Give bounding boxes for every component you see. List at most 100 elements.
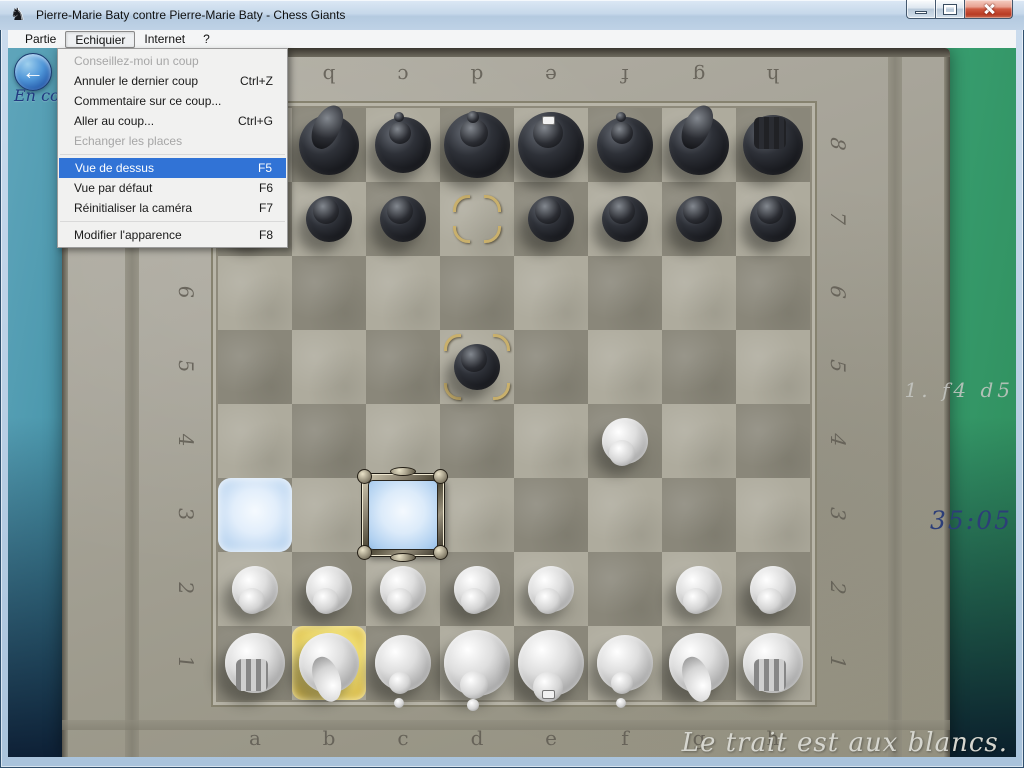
rank-label-6-right: 6 [826,276,850,309]
pawn-head [461,588,487,614]
menubar-item-internet[interactable]: Internet [135,31,194,48]
menu-item-annuler-le-dernier-coup[interactable]: Annuler le dernier coupCtrl+Z [58,71,287,91]
square-b5[interactable] [292,330,366,404]
pawn-head [757,198,783,224]
black-knight[interactable] [662,108,736,182]
app-window: ♞ Pierre-Marie Baty contre Pierre-Marie … [0,0,1024,768]
square-d3[interactable] [440,478,514,552]
black-pawn[interactable] [514,182,588,256]
black-rook[interactable] [736,108,810,182]
square-a4[interactable] [218,404,292,478]
pawn-head [313,588,339,614]
white-pawn[interactable] [736,552,810,626]
white-queen[interactable] [440,626,514,700]
rank-label-5-left: 5 [174,350,198,383]
menu-item-vue-par-defaut[interactable]: Vue par défautF6 [58,178,287,198]
square-b3[interactable] [292,478,366,552]
square-e5[interactable] [514,330,588,404]
menubar-item-help[interactable]: ? [194,31,219,48]
square-a6[interactable] [218,256,292,330]
black-queen[interactable] [440,108,514,182]
window-controls [906,0,1013,19]
queen-head [460,671,488,699]
queen-tip [467,699,479,711]
white-king[interactable] [514,626,588,700]
pawn-head [683,588,709,614]
square-b4[interactable] [292,404,366,478]
rank-label-4-right: 4 [826,424,850,457]
square-d4[interactable] [440,404,514,478]
pawn-head [683,198,709,224]
white-rook[interactable] [218,626,292,700]
square-g6[interactable] [662,256,736,330]
square-g3[interactable] [662,478,736,552]
close-button[interactable] [965,0,1013,19]
square-e4[interactable] [514,404,588,478]
menu-item-modifier-lapparence[interactable]: Modifier l'apparenceF8 [58,225,287,245]
file-label-d-bottom: d [440,726,514,750]
menu-item-aller-au-coup[interactable]: Aller au coup...Ctrl+G [58,111,287,131]
menubar-item-echiquier[interactable]: Echiquier [65,31,135,48]
square-b6[interactable] [292,256,366,330]
white-pawn[interactable] [440,552,514,626]
black-pawn[interactable] [440,330,514,404]
legal-move-highlight-a3 [218,478,292,552]
menu-item-echanger-les-places[interactable]: Echanger les places [58,131,287,151]
frame-corner-ornament [357,469,372,484]
square-c6[interactable] [366,256,440,330]
black-pawn[interactable] [736,182,810,256]
square-e6[interactable] [514,256,588,330]
square-g4[interactable] [662,404,736,478]
square-h4[interactable] [736,404,810,478]
black-pawn[interactable] [292,182,366,256]
maximize-button[interactable] [935,0,965,19]
white-rook[interactable] [736,626,810,700]
menu-item-vue-de-dessus[interactable]: Vue de dessusF5 [59,158,286,178]
black-bishop[interactable] [588,108,662,182]
square-f3[interactable] [588,478,662,552]
black-pawn[interactable] [588,182,662,256]
menu-item-reinitialiser-la-camera[interactable]: Réinitialiser la caméraF7 [58,198,287,218]
square-c5[interactable] [366,330,440,404]
white-pawn[interactable] [662,552,736,626]
rook-head [236,659,268,691]
black-king[interactable] [514,108,588,182]
black-knight[interactable] [292,108,366,182]
white-pawn[interactable] [366,552,440,626]
title-bar[interactable]: ♞ Pierre-Marie Baty contre Pierre-Marie … [0,0,1024,30]
square-h3[interactable] [736,478,810,552]
white-pawn[interactable] [514,552,588,626]
white-pawn[interactable] [218,552,292,626]
square-f5[interactable] [588,330,662,404]
black-pawn[interactable] [366,182,440,256]
black-bishop[interactable] [366,108,440,182]
marker-corner-tr [484,195,501,212]
white-bishop[interactable] [366,626,440,700]
black-pawn[interactable] [662,182,736,256]
rook-head [754,659,786,691]
hover-square-glow [368,480,438,550]
pawn-head [535,588,561,614]
file-label-e-top: e [514,64,588,88]
file-label-h-top: h [736,64,810,88]
maximize-icon [944,5,956,14]
square-f2[interactable] [588,552,662,626]
square-e3[interactable] [514,478,588,552]
square-g5[interactable] [662,330,736,404]
rank-label-7-right: 7 [826,202,850,235]
square-a5[interactable] [218,330,292,404]
menubar-item-partie[interactable]: Partie [16,31,65,48]
white-pawn[interactable] [292,552,366,626]
white-knight[interactable] [662,626,736,700]
square-f6[interactable] [588,256,662,330]
menu-item-conseillezmoi-un-coup[interactable]: Conseillez-moi un coup [58,51,287,71]
square-h6[interactable] [736,256,810,330]
menu-item-commentaire-sur-ce-coup[interactable]: Commentaire sur ce coup... [58,91,287,111]
square-d6[interactable] [440,256,514,330]
menu-item-label: Vue par défaut [74,181,152,195]
white-bishop[interactable] [588,626,662,700]
white-knight[interactable] [292,626,366,700]
minimize-button[interactable] [906,0,935,19]
white-pawn[interactable] [588,404,662,478]
square-h5[interactable] [736,330,810,404]
